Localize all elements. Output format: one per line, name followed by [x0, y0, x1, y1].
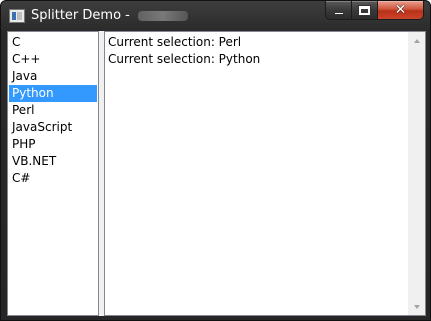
scroll-up-button[interactable] [408, 32, 425, 49]
arrow-down-icon [413, 304, 420, 309]
app-window-icon[interactable] [9, 9, 25, 23]
window-title: Splitter Demo - [31, 7, 188, 25]
title-bar[interactable]: Splitter Demo - ✕ [1, 1, 430, 31]
list-item-perl[interactable]: Perl [9, 102, 97, 119]
log-line: Current selection: Perl [108, 35, 242, 49]
list-item-java[interactable]: Java [9, 68, 97, 85]
redacted-title-part [137, 10, 188, 21]
vertical-scrollbar[interactable] [408, 32, 425, 315]
window-title-text: Splitter Demo - [31, 8, 134, 23]
caption-buttons: ✕ [325, 1, 424, 20]
list-item-c[interactable]: C [9, 34, 97, 51]
minimize-button[interactable] [325, 1, 352, 20]
list-item-php[interactable]: PHP [9, 136, 97, 153]
log-line: Current selection: Python [108, 52, 261, 66]
language-list[interactable]: C C++ Java Python Perl JavaScript PHP VB… [7, 31, 99, 316]
client-area: C C++ Java Python Perl JavaScript PHP VB… [7, 31, 426, 316]
app-window: Splitter Demo - ✕ C C++ Java Python Perl… [0, 0, 431, 321]
close-icon: ✕ [394, 2, 407, 18]
list-item-cpp[interactable]: C++ [9, 51, 97, 68]
minimize-icon [333, 11, 344, 15]
maximize-icon [358, 4, 371, 16]
selection-log-textbox[interactable]: Current selection: Perl Current selectio… [104, 31, 426, 316]
list-item-csharp[interactable]: C# [9, 170, 97, 187]
maximize-button[interactable] [352, 1, 378, 20]
list-item-python[interactable]: Python [9, 85, 97, 102]
list-item-vbnet[interactable]: VB.NET [9, 153, 97, 170]
scroll-down-button[interactable] [408, 298, 425, 315]
close-button[interactable]: ✕ [378, 1, 424, 20]
arrow-up-icon [413, 38, 420, 43]
list-item-javascript[interactable]: JavaScript [9, 119, 97, 136]
